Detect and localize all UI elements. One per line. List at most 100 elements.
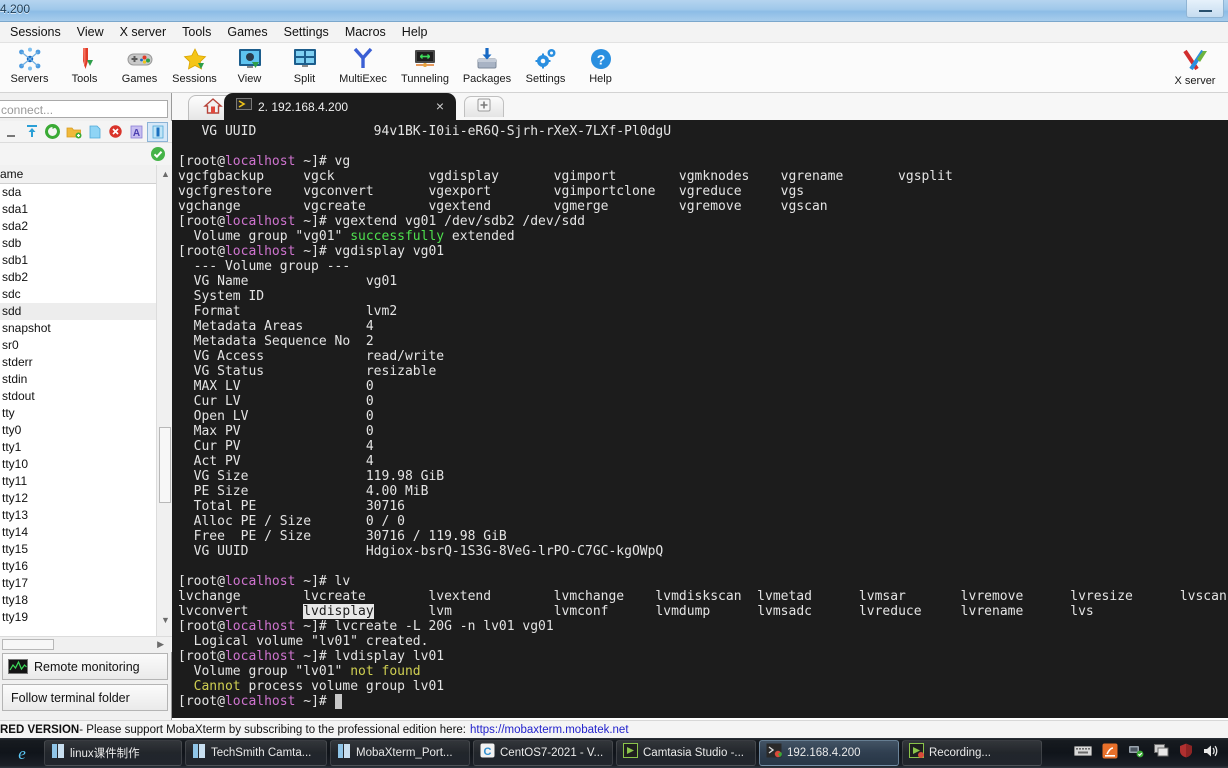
network-icon[interactable] (1128, 744, 1144, 763)
terminal-text: MAX LV 0 (178, 379, 374, 394)
help-icon: ? (586, 46, 616, 72)
list-item[interactable]: sr0 (0, 337, 156, 354)
list-item[interactable]: tty18 (0, 592, 156, 609)
toolbar-button-view[interactable]: View (222, 43, 277, 91)
close-icon[interactable]: × (436, 98, 444, 114)
upload-icon[interactable] (21, 122, 42, 142)
toolbar-button-games[interactable]: Games (112, 43, 167, 91)
list-item[interactable]: tty (0, 405, 156, 422)
toolbar-button-help[interactable]: ? Help (573, 43, 628, 91)
list-item[interactable]: tty12 (0, 490, 156, 507)
internet-explorer-icon[interactable]: e (0, 739, 44, 767)
toolbar-button-xserver[interactable]: X server (1164, 45, 1226, 93)
taskbar-item-recording[interactable]: Recording... (902, 740, 1042, 766)
list-item[interactable]: tty10 (0, 456, 156, 473)
list-item-selected[interactable]: sdd (0, 303, 156, 320)
keyboard-icon[interactable] (1074, 744, 1092, 762)
terminal-text: localhost (224, 214, 296, 229)
terminal-text: Cannot (193, 679, 241, 694)
toolbar-button-sessions[interactable]: Sessions (167, 43, 222, 91)
toolbar-button-servers[interactable]: Servers (2, 43, 57, 91)
sidebar-vertical-scrollbar[interactable]: ▲ ▼ (156, 165, 172, 636)
terminal-output[interactable]: VG UUID 94v1BK-I0ii-eR6Q-Sjrh-rXeX-7LXf-… (172, 120, 1228, 718)
menu-item-xserver[interactable]: X server (112, 23, 175, 41)
list-item[interactable]: sdb2 (0, 269, 156, 286)
menu-item-help[interactable]: Help (394, 23, 436, 41)
toolbar-button-tools[interactable]: Tools (57, 43, 112, 91)
file-list-column-header[interactable]: ame (0, 165, 156, 184)
terminal-text (334, 694, 343, 709)
list-item[interactable]: stderr (0, 354, 156, 371)
refresh-icon[interactable] (42, 122, 63, 142)
minimize-button[interactable] (1186, 0, 1224, 18)
taskbar-item-camtasia-studio[interactable]: Camtasia Studio -... (616, 740, 756, 766)
list-item[interactable]: snapshot (0, 320, 156, 337)
list-item[interactable]: tty19 (0, 609, 156, 626)
toolbar-button-split[interactable]: Split (277, 43, 332, 91)
new-file-icon[interactable] (84, 122, 105, 142)
list-item[interactable]: sdb1 (0, 252, 156, 269)
taskbar-item-linux-courseware[interactable]: linux课件制作 (44, 740, 182, 766)
binary-mode-icon[interactable] (147, 121, 168, 142)
list-item[interactable]: tty16 (0, 558, 156, 575)
scrollbar-thumb-horizontal[interactable] (2, 639, 54, 650)
list-item[interactable]: tty0 (0, 422, 156, 439)
mobaxterm-link[interactable]: https://mobaxterm.mobatek.net (470, 724, 629, 736)
display-icon[interactable] (1154, 743, 1169, 763)
list-item[interactable]: tty15 (0, 541, 156, 558)
ime-icon[interactable] (1102, 743, 1118, 764)
follow-terminal-folder-button[interactable]: Follow terminal folder (2, 684, 168, 711)
tab-session-192-168-4-200[interactable]: 2. 192.168.4.200 × (224, 93, 456, 120)
taskbar-item-mobaxterm-session[interactable]: 192.168.4.200 (759, 740, 899, 766)
menu-item-games[interactable]: Games (219, 23, 275, 41)
menu-item-tools[interactable]: Tools (174, 23, 219, 41)
list-item[interactable]: tty1 (0, 439, 156, 456)
list-item[interactable]: stdout (0, 388, 156, 405)
monitor-chart-icon (8, 658, 28, 675)
scroll-up-icon[interactable]: ▲ (161, 169, 170, 179)
list-item[interactable]: tty14 (0, 524, 156, 541)
list-item[interactable]: sdc (0, 286, 156, 303)
security-icon[interactable] (1179, 743, 1193, 763)
list-item[interactable]: sda2 (0, 218, 156, 235)
terminal-text: [root@ (178, 649, 225, 664)
list-item[interactable]: sda (0, 184, 156, 201)
back-icon[interactable] (0, 122, 21, 142)
menu-item-settings[interactable]: Settings (276, 23, 337, 41)
file-list[interactable]: sda sda1 sda2 sdb sdb1 sdb2 sdc sdd snap… (0, 184, 156, 636)
terminal-line: Act PV 4 (178, 454, 1228, 469)
new-tab-button[interactable] (464, 96, 504, 117)
taskbar-item-techsmith[interactable]: TechSmith Camta... (185, 740, 327, 766)
menu-item-macros[interactable]: Macros (337, 23, 394, 41)
menu-item-view[interactable]: View (69, 23, 112, 41)
new-folder-icon[interactable] (63, 122, 84, 142)
scrollbar-thumb[interactable] (159, 427, 171, 503)
quick-connect-input[interactable]: connect... (0, 100, 168, 118)
toolbar-button-packages[interactable]: Packages (456, 43, 518, 91)
list-item[interactable]: sda1 (0, 201, 156, 218)
terminal-line: vgcfgrestore vgconvert vgexport vgimport… (178, 184, 1228, 199)
list-item[interactable]: tty11 (0, 473, 156, 490)
remote-monitoring-button[interactable]: Remote monitoring (2, 653, 168, 680)
toolbar-button-settings[interactable]: Settings (518, 43, 573, 91)
text-mode-icon[interactable]: A (126, 122, 147, 142)
volume-icon[interactable] (1203, 744, 1219, 763)
toolbar-button-multiexec[interactable]: MultiExec (332, 43, 394, 91)
terminal-text: [root@ (178, 694, 225, 709)
terminal-text: VG Access read/write (178, 349, 445, 364)
menu-item-sessions[interactable]: Sessions (2, 23, 69, 41)
taskbar-item-centos7[interactable]: C CentOS7-2021 - V... (473, 740, 613, 766)
scroll-down-icon[interactable]: ▼ (161, 615, 170, 625)
list-item[interactable]: tty17 (0, 575, 156, 592)
delete-icon[interactable] (105, 122, 126, 142)
list-item[interactable]: stdin (0, 371, 156, 388)
sidebar-horizontal-scrollbar[interactable]: ▶ (0, 636, 172, 652)
terminal-line: VG UUID Hdgiox-bsrQ-1S3G-8VeG-lrPO-C7GC-… (178, 544, 1228, 559)
packages-icon (472, 46, 502, 72)
toolbar-button-tunneling[interactable]: Tunneling (394, 43, 456, 91)
scroll-right-icon[interactable]: ▶ (157, 639, 164, 650)
taskbar-item-mobaxterm-port[interactable]: MobaXterm_Port... (330, 740, 470, 766)
list-item[interactable]: tty13 (0, 507, 156, 524)
windows-taskbar: e linux课件制作 TechSmith Camta... MobaXterm… (0, 738, 1228, 768)
list-item[interactable]: sdb (0, 235, 156, 252)
